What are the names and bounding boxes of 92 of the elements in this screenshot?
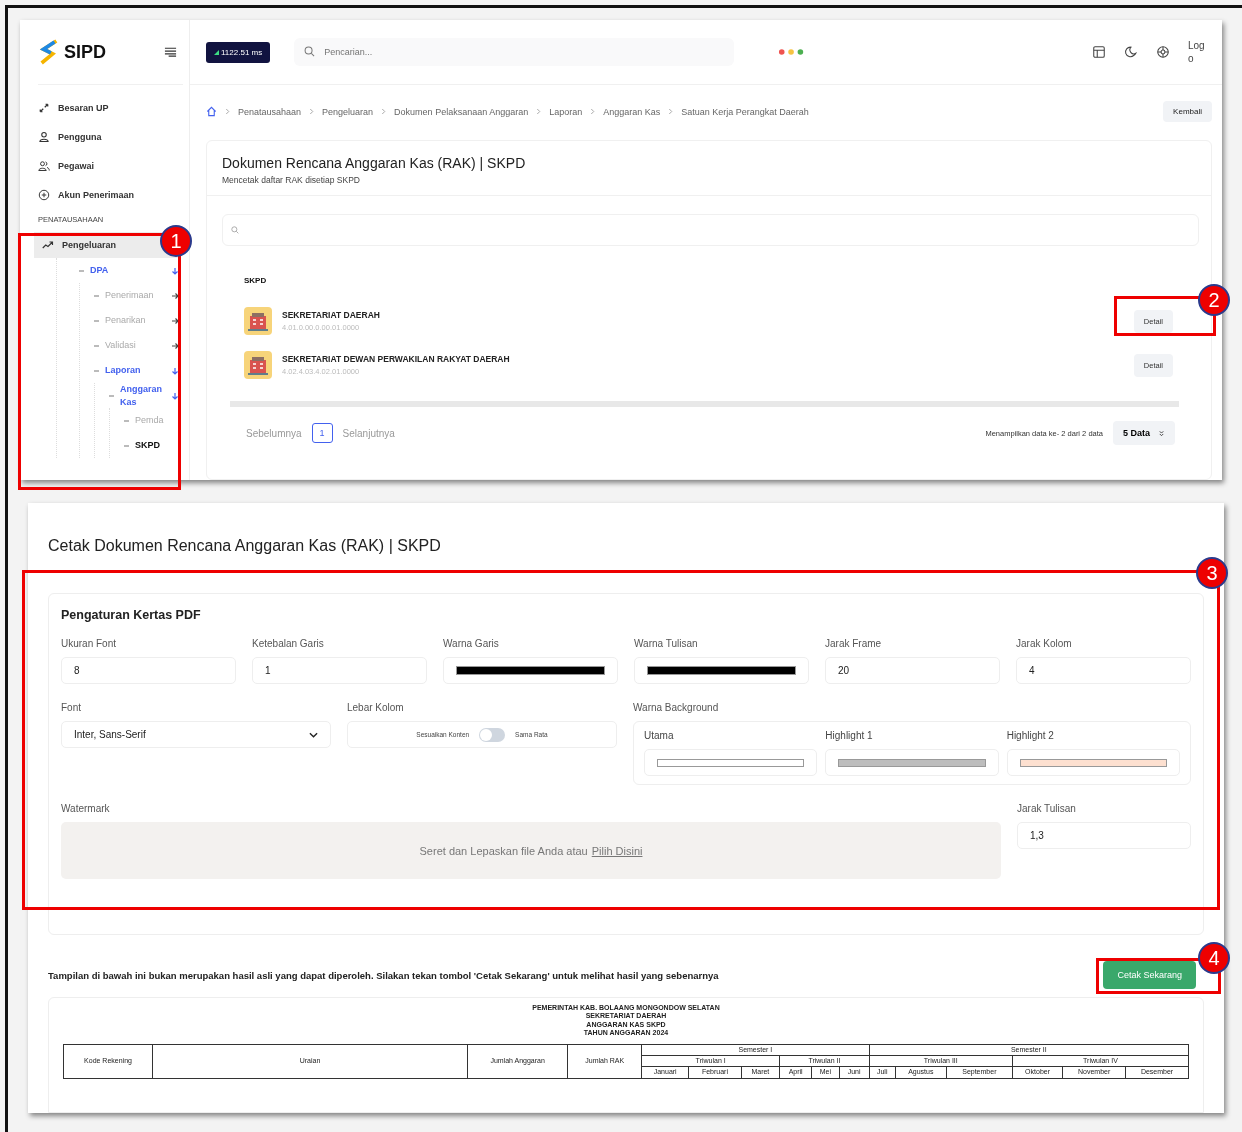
color-picker[interactable] — [634, 657, 809, 684]
chevron-right-icon — [225, 108, 230, 115]
notice-text: Tampilan di bawah ini bukan merupakan hasil asli yang dapat diperoleh. Silakan tekan tombol 'Cetak Sekarang' untuk melihat hasil yang sebenarnya — [48, 969, 719, 981]
card-subtitle: Mencetak daftar RAK disetiap SKPD — [222, 175, 361, 185]
field-label: Jarak Frame — [825, 638, 883, 649]
input-field[interactable]: 1,3 — [1017, 822, 1191, 849]
logo-icon — [38, 38, 60, 66]
browse-link[interactable]: Pilih Disini — [591, 844, 643, 857]
search-icon — [231, 226, 239, 234]
settings-title: Pengaturan Kertas PDF — [61, 608, 202, 622]
breadcrumb-link[interactable]: Satuan Kerja Perangkat Daerah — [681, 106, 809, 117]
card-title: Dokumen Rencana Anggaran Kas (RAK) | SKPD — [222, 155, 527, 171]
search-icon — [304, 46, 316, 57]
department-name: SEKRETARIAT DEWAN PERWAKILAN RAKYAT DAERAH — [282, 354, 510, 364]
dropzone-text: Seret dan Lepaskan file Anda atau — [419, 844, 588, 857]
department-name: SEKRETARIAT DAERAH — [282, 310, 380, 320]
expand-arrows-icon — [38, 101, 50, 114]
menu-item[interactable]: DPA — [90, 264, 165, 277]
input-field[interactable]: 1 — [252, 657, 427, 684]
chevron-right-icon — [536, 108, 542, 115]
bullet-icon — [124, 444, 129, 447]
chevron-down-icon — [1158, 429, 1165, 437]
page-number-button[interactable]: 1 — [311, 423, 333, 443]
search-field[interactable] — [222, 214, 1199, 246]
menu-item[interactable]: Anggaran Kas — [120, 383, 165, 408]
breadcrumb-link[interactable]: Penatausahaan — [238, 106, 302, 117]
chevron-right-icon — [668, 108, 674, 115]
field-label: Jarak Tulisan — [1017, 803, 1077, 814]
field-label: Font — [61, 702, 82, 713]
ping-badge: 1122.51 ms — [206, 41, 271, 63]
input-field[interactable]: 4 — [1016, 657, 1191, 684]
logo-text: SIPD — [64, 41, 106, 63]
toggle-switch[interactable] — [479, 727, 506, 742]
building-icon — [244, 351, 272, 379]
sidebar-item[interactable]: Akun Penerimaan — [38, 180, 189, 209]
sidebar-item[interactable]: Besaran UP — [38, 93, 189, 122]
back-button[interactable]: Kembali — [1163, 101, 1212, 122]
chevron-right-icon — [381, 108, 387, 115]
field-label: Warna Tulisan — [634, 638, 699, 649]
field-label: Jarak Kolom — [1016, 638, 1073, 649]
sidebar-item[interactable]: Pengguna — [38, 122, 189, 151]
moon-icon[interactable] — [1124, 45, 1138, 59]
file-dropzone[interactable]: Seret dan Lepaskan file Anda atau Pilih Disini — [61, 822, 1001, 879]
input-field[interactable]: 8 — [61, 657, 236, 684]
avatar-alt-text[interactable]: Logo — [1188, 39, 1208, 65]
field-label: Ketebalan Garis — [252, 638, 325, 649]
page-title: Cetak Dokumen Rencana Anggaran Kas (RAK) | SKPD — [48, 537, 442, 555]
field-label: Lebar Kolom — [347, 702, 405, 713]
bullet-icon — [124, 419, 129, 422]
chevron-right-icon — [309, 108, 315, 115]
input-field[interactable]: 20 — [825, 657, 1000, 684]
menu-item[interactable]: Laporan — [105, 364, 165, 377]
menu-icon[interactable] — [164, 47, 177, 57]
field-label: Utama — [644, 730, 675, 741]
home-icon[interactable] — [206, 106, 217, 117]
breadcrumb-link[interactable]: Laporan — [549, 106, 583, 117]
color-picker[interactable] — [644, 749, 818, 776]
bullet-icon — [94, 294, 99, 297]
field-label: Highlight 1 — [825, 730, 874, 741]
color-picker[interactable] — [825, 749, 999, 776]
menu-item[interactable]: SKPD — [135, 439, 179, 452]
field-label: Ukuran Font — [61, 638, 118, 649]
user-icon — [38, 130, 50, 143]
page-size-dropdown[interactable]: 5 Data — [1113, 421, 1175, 445]
breadcrumb-link[interactable]: Anggaran Kas — [603, 106, 661, 117]
bullet-icon — [94, 319, 99, 322]
color-picker[interactable] — [1006, 749, 1180, 776]
bullet-icon — [94, 369, 99, 372]
layout-icon[interactable] — [1092, 45, 1106, 59]
column-header: SKPD — [244, 276, 268, 285]
building-icon — [244, 307, 272, 335]
field-label: Highlight 2 — [1006, 730, 1055, 741]
bullet-icon — [94, 344, 99, 347]
breadcrumb-link[interactable]: Pengeluaran — [322, 106, 374, 117]
field-label: Warna Background — [633, 702, 720, 713]
bullet-icon — [79, 269, 84, 272]
field-label: Watermark — [61, 803, 111, 814]
sidebar-item[interactable]: Pegawai — [38, 151, 189, 180]
trend-up-icon — [42, 239, 54, 251]
callout-number: 2 — [1198, 284, 1230, 316]
search-field[interactable]: Pencarian... — [294, 38, 735, 66]
chevron-right-icon — [590, 108, 596, 115]
breadcrumb-link[interactable]: Dokumen Pelaksanaan Anggaran — [394, 106, 529, 117]
chevron-down-icon — [309, 731, 318, 738]
callout-number: 4 — [1198, 942, 1230, 974]
bullet-icon — [109, 394, 114, 397]
color-picker[interactable] — [443, 657, 618, 684]
font-select[interactable]: Inter, Sans-Serif — [61, 721, 331, 748]
plus-circle-icon — [38, 188, 50, 201]
settings-icon[interactable] — [1156, 45, 1170, 59]
users-icon — [38, 159, 50, 172]
field-label: Warna Garis — [443, 638, 500, 649]
